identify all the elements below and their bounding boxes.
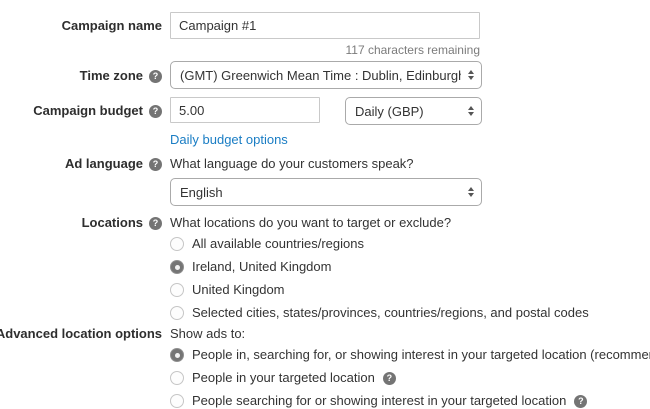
row-campaign-budget: Campaign budget ? Daily (GBP) Daily budg…: [0, 97, 650, 148]
row-ad-language: Ad language ? What language do your cust…: [0, 156, 650, 206]
row-campaign-name: Campaign name 117 characters remaining: [0, 12, 650, 57]
locations-label: Locations: [82, 215, 143, 231]
campaign-name-control: 117 characters remaining: [170, 12, 650, 57]
radio-option-label: Selected cities, states/provinces, count…: [192, 305, 589, 321]
radio-option[interactable]: Selected cities, states/provinces, count…: [170, 305, 650, 321]
radio-option[interactable]: All available countries/regions: [170, 236, 650, 252]
show-ads-to-question: Show ads to:: [170, 326, 650, 342]
campaign-budget-label-cell: Campaign budget ?: [0, 97, 162, 119]
radio-unselected-icon[interactable]: [170, 283, 184, 297]
help-icon[interactable]: ?: [149, 70, 162, 83]
radio-option-label: People searching for or showing interest…: [192, 393, 566, 409]
radio-unselected-icon[interactable]: [170, 306, 184, 320]
ad-language-selected-value: English: [180, 185, 461, 200]
ad-language-select[interactable]: English: [170, 178, 482, 206]
advanced-location-options-control: Show ads to: People in, searching for, o…: [170, 326, 650, 409]
budget-period-select[interactable]: Daily (GBP): [345, 97, 482, 125]
row-time-zone: Time zone ? (GMT) Greenwich Mean Time : …: [0, 61, 650, 89]
locations-question: What locations do you want to target or …: [170, 215, 650, 231]
radio-option[interactable]: People in, searching for, or showing int…: [170, 347, 650, 363]
help-icon[interactable]: ?: [149, 158, 162, 171]
select-stepper-icon: [468, 70, 474, 80]
locations-radio-group: All available countries/regions Ireland, …: [170, 236, 650, 321]
radio-option-label: Ireland, United Kingdom: [192, 259, 331, 275]
time-zone-select[interactable]: (GMT) Greenwich Mean Time : Dublin, Edin…: [170, 61, 482, 89]
radio-option[interactable]: People in your targeted location?: [170, 370, 650, 386]
advanced-location-options-label: Advanced location options: [0, 326, 162, 342]
characters-remaining-hint: 117 characters remaining: [170, 43, 480, 57]
select-stepper-icon: [468, 106, 474, 116]
time-zone-label-cell: Time zone ?: [0, 61, 162, 84]
time-zone-control: (GMT) Greenwich Mean Time : Dublin, Edin…: [170, 61, 650, 89]
advanced-location-radio-group: People in, searching for, or showing int…: [170, 347, 650, 409]
radio-option-label: All available countries/regions: [192, 236, 364, 252]
ad-language-question: What language do your customers speak?: [170, 156, 650, 172]
help-icon[interactable]: ?: [149, 105, 162, 118]
budget-amount-input[interactable]: [170, 97, 320, 123]
radio-option[interactable]: United Kingdom: [170, 282, 650, 298]
time-zone-label: Time zone: [80, 68, 143, 84]
time-zone-selected-value: (GMT) Greenwich Mean Time : Dublin, Edin…: [180, 68, 461, 83]
campaign-settings-form: Campaign name 117 characters remaining T…: [0, 0, 650, 409]
help-icon[interactable]: ?: [149, 217, 162, 230]
radio-option-label: People in, searching for, or showing int…: [192, 347, 650, 363]
help-icon[interactable]: ?: [383, 372, 396, 385]
radio-unselected-icon[interactable]: [170, 237, 184, 251]
radio-option-label: United Kingdom: [192, 282, 285, 298]
radio-selected-icon[interactable]: [170, 348, 184, 362]
radio-selected-icon[interactable]: [170, 260, 184, 274]
ad-language-label-cell: Ad language ?: [0, 156, 162, 172]
campaign-name-label: Campaign name: [62, 18, 162, 34]
radio-option[interactable]: Ireland, United Kingdom: [170, 259, 650, 275]
ad-language-control: What language do your customers speak? E…: [170, 156, 650, 206]
row-advanced-location-options: Advanced location options Show ads to: P…: [0, 326, 650, 409]
locations-control: What locations do you want to target or …: [170, 215, 650, 321]
daily-budget-options-link[interactable]: Daily budget options: [170, 132, 288, 148]
radio-option[interactable]: People searching for or showing interest…: [170, 393, 650, 409]
campaign-name-input[interactable]: [170, 12, 480, 39]
campaign-name-label-cell: Campaign name: [0, 12, 162, 34]
campaign-budget-control: Daily (GBP) Daily budget options: [170, 97, 650, 148]
radio-option-label: People in your targeted location: [192, 370, 375, 386]
select-stepper-icon: [468, 187, 474, 197]
advanced-location-options-label-cell: Advanced location options: [0, 326, 162, 342]
row-locations: Locations ? What locations do you want t…: [0, 215, 650, 321]
campaign-budget-label: Campaign budget: [33, 103, 143, 119]
budget-period-selected-value: Daily (GBP): [355, 104, 461, 119]
ad-language-label: Ad language: [65, 156, 143, 172]
radio-unselected-icon[interactable]: [170, 371, 184, 385]
locations-label-cell: Locations ?: [0, 215, 162, 231]
